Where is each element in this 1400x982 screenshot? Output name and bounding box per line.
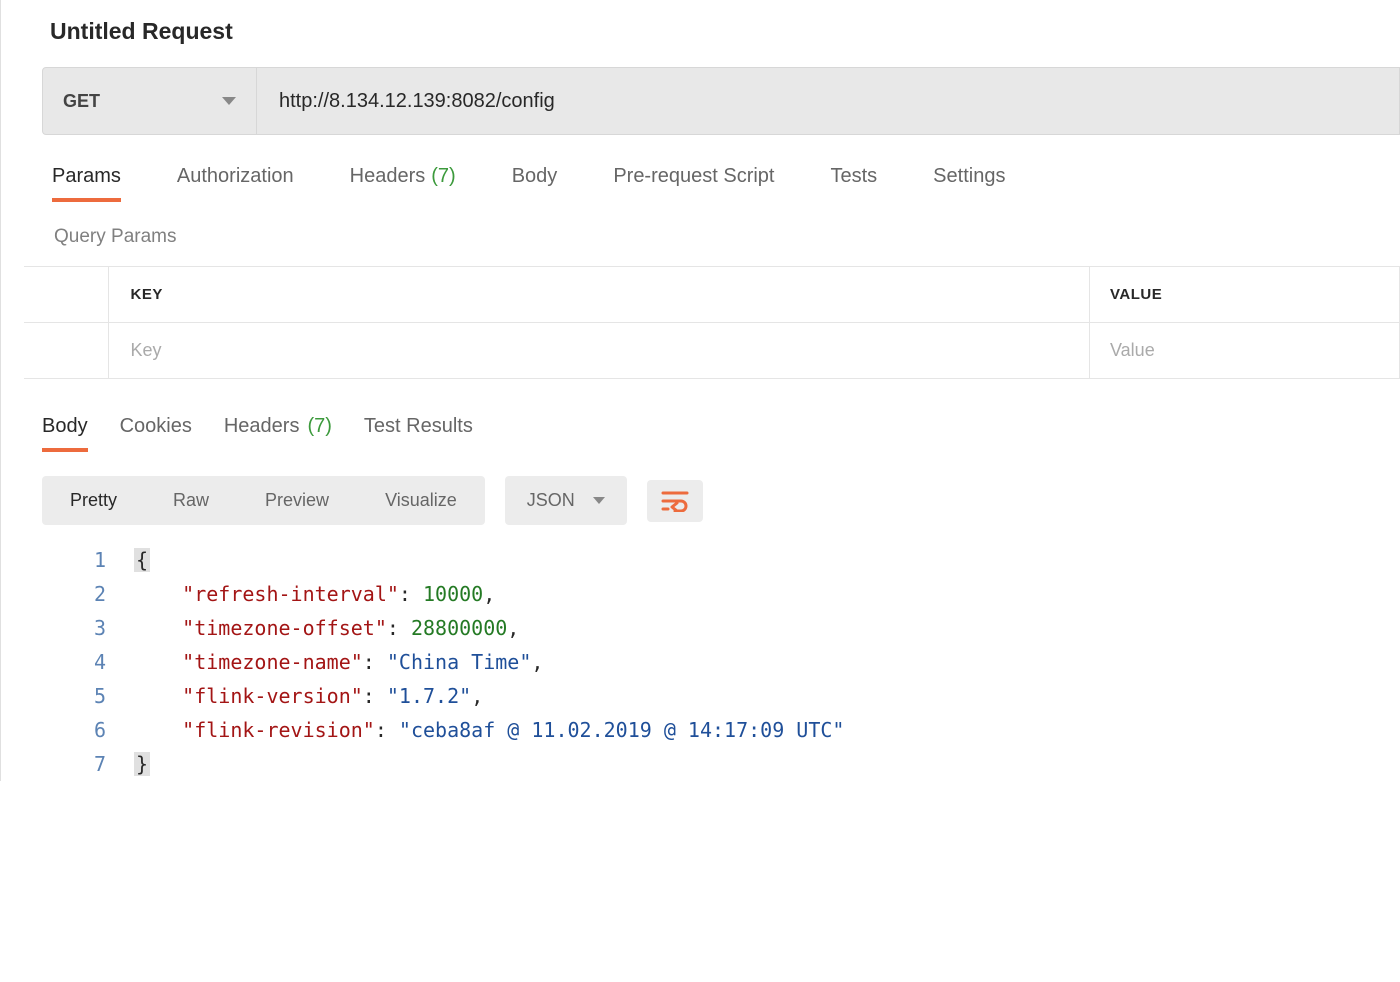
resp-tab-body[interactable]: Body bbox=[42, 415, 88, 452]
line-number: 3 bbox=[24, 611, 106, 645]
row-handle[interactable] bbox=[24, 323, 108, 379]
resp-tab-test-results[interactable]: Test Results bbox=[364, 415, 473, 452]
tab-params[interactable]: Params bbox=[52, 165, 121, 202]
table-header-row: KEY VALUE bbox=[24, 267, 1400, 323]
request-tabs: Params Authorization Headers (7) Body Pr… bbox=[24, 135, 1400, 202]
resp-tab-headers-label: Headers bbox=[224, 415, 300, 442]
line-number: 5 bbox=[24, 679, 106, 713]
tab-settings[interactable]: Settings bbox=[933, 165, 1005, 202]
response-view-controls: Pretty Raw Preview Visualize JSON bbox=[24, 452, 1400, 525]
chevron-down-icon bbox=[222, 97, 236, 105]
resp-tab-headers[interactable]: Headers (7) bbox=[224, 415, 332, 452]
tab-headers-label: Headers bbox=[350, 165, 426, 192]
chevron-down-icon bbox=[593, 497, 605, 504]
view-pretty-button[interactable]: Pretty bbox=[42, 476, 145, 525]
response-body-code: { "refresh-interval": 10000, "timezone-o… bbox=[134, 543, 844, 781]
request-title: Untitled Request bbox=[24, 0, 1400, 67]
table-header-handle bbox=[24, 267, 108, 323]
wrap-lines-button[interactable] bbox=[647, 480, 703, 522]
tab-headers-count: (7) bbox=[431, 165, 455, 192]
query-params-heading: Query Params bbox=[24, 202, 1400, 266]
table-header-key: KEY bbox=[108, 267, 1090, 323]
line-number-gutter: 1 2 3 4 5 6 7 bbox=[24, 543, 134, 781]
line-number: 6 bbox=[24, 713, 106, 747]
tab-prerequest-script[interactable]: Pre-request Script bbox=[613, 165, 774, 202]
tab-headers[interactable]: Headers (7) bbox=[350, 165, 456, 202]
wrap-lines-icon bbox=[661, 490, 689, 512]
view-visualize-button[interactable]: Visualize bbox=[357, 476, 485, 525]
response-format-select[interactable]: JSON bbox=[505, 476, 627, 525]
url-bar: GET bbox=[42, 67, 1400, 135]
table-row bbox=[24, 323, 1400, 379]
param-key-input[interactable] bbox=[131, 340, 1090, 361]
view-raw-button[interactable]: Raw bbox=[145, 476, 237, 525]
tab-body[interactable]: Body bbox=[512, 165, 558, 202]
resp-tab-cookies[interactable]: Cookies bbox=[120, 415, 192, 452]
resp-tab-headers-count: (7) bbox=[307, 415, 331, 442]
line-number: 2 bbox=[24, 577, 106, 611]
table-header-value: VALUE bbox=[1090, 267, 1400, 323]
response-tabs: Body Cookies Headers (7) Test Results bbox=[24, 379, 1400, 452]
http-method-select[interactable]: GET bbox=[42, 67, 257, 135]
line-number: 7 bbox=[24, 747, 106, 781]
view-mode-group: Pretty Raw Preview Visualize bbox=[42, 476, 485, 525]
tab-authorization[interactable]: Authorization bbox=[177, 165, 294, 202]
line-number: 4 bbox=[24, 645, 106, 679]
tab-tests[interactable]: Tests bbox=[830, 165, 877, 202]
query-params-table: KEY VALUE bbox=[24, 266, 1400, 379]
response-body-editor[interactable]: 1 2 3 4 5 6 7 { "refresh-interval": 1000… bbox=[24, 525, 1400, 781]
url-input[interactable] bbox=[257, 67, 1400, 135]
http-method-label: GET bbox=[63, 91, 100, 112]
param-value-input[interactable] bbox=[1110, 340, 1399, 361]
response-format-label: JSON bbox=[527, 490, 575, 511]
view-preview-button[interactable]: Preview bbox=[237, 476, 357, 525]
line-number: 1 bbox=[24, 543, 106, 577]
